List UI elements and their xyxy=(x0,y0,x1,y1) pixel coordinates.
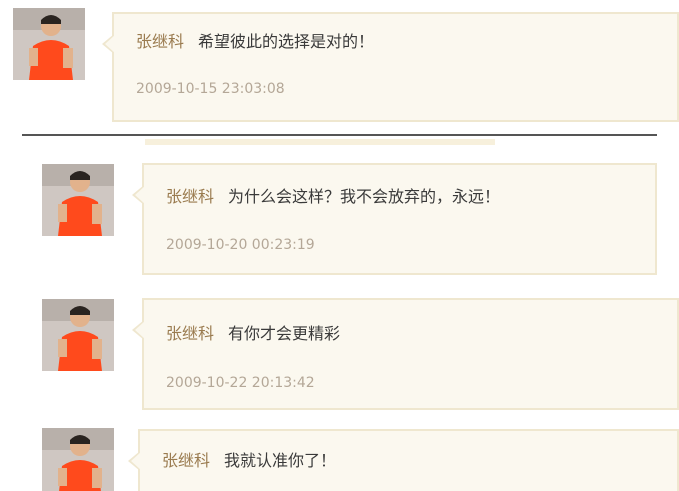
comment-text-line: 张继科 有你才会更精彩 xyxy=(166,324,340,344)
comment-timestamp: 2009-10-15 23:03:08 xyxy=(136,81,285,97)
avatar-photo-icon xyxy=(42,428,114,491)
divider xyxy=(22,134,657,136)
avatar[interactable] xyxy=(42,428,114,491)
comment-bubble: 张继科 希望彼此的选择是对的！ 2009-10-15 23:03:08 xyxy=(102,12,679,122)
avatar[interactable] xyxy=(42,164,114,236)
comment-timestamp: 2009-10-20 00:23:19 xyxy=(166,237,315,253)
avatar[interactable] xyxy=(42,299,114,371)
comment-bubble: 张继科 我就认准你了！ xyxy=(128,429,679,491)
comment-text-line: 张继科 我就认准你了！ xyxy=(162,451,336,471)
avatar[interactable] xyxy=(13,8,85,80)
bubble-shadow xyxy=(145,139,495,145)
comment-bubble: 张继科 有你才会更精彩 2009-10-22 20:13:42 xyxy=(132,298,679,410)
comment-text-line: 张继科 为什么会这样？我不会放弃的，永远！ xyxy=(166,187,500,207)
comment-message: 我就认准你了！ xyxy=(224,451,337,470)
avatar-photo-icon xyxy=(42,299,114,371)
comment-timestamp: 2009-10-22 20:13:42 xyxy=(166,375,315,391)
comment-bubble: 张继科 为什么会这样？我不会放弃的，永远！ 2009-10-20 00:23:19 xyxy=(132,163,657,275)
author-name[interactable]: 张继科 xyxy=(166,187,214,206)
comment-message: 有你才会更精彩 xyxy=(228,324,341,343)
avatar-photo-icon xyxy=(42,164,114,236)
comment-message: 为什么会这样？我不会放弃的，永远！ xyxy=(228,187,501,206)
comment-text-line: 张继科 希望彼此的选择是对的！ xyxy=(136,32,374,52)
author-name[interactable]: 张继科 xyxy=(162,451,210,470)
comment-message: 希望彼此的选择是对的！ xyxy=(198,32,375,51)
avatar-photo-icon xyxy=(13,8,85,80)
author-name[interactable]: 张继科 xyxy=(166,324,214,343)
author-name[interactable]: 张继科 xyxy=(136,32,184,51)
